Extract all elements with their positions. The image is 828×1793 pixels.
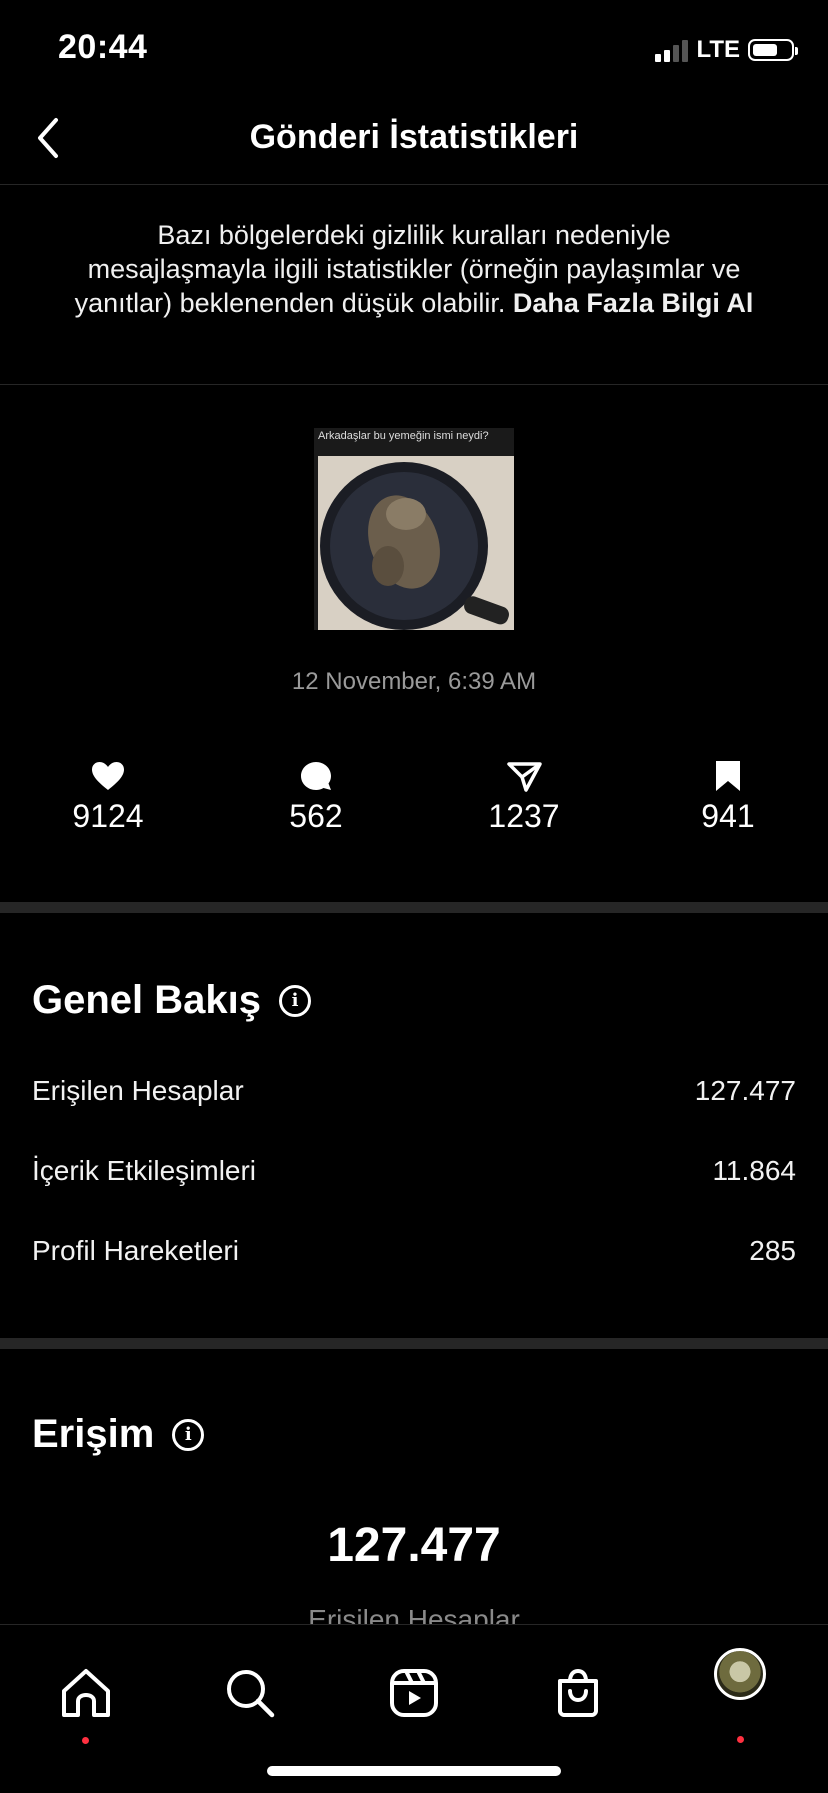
comments-stat: 562 (236, 760, 396, 835)
shop-icon (558, 1668, 598, 1717)
info-icon[interactable]: i (172, 1418, 205, 1451)
profile-activity-label: Profil Hareketleri (32, 1235, 239, 1266)
profile-activity-value: 285 (749, 1235, 796, 1266)
tab-home[interactable] (58, 1665, 114, 1721)
accounts-reached-label: Erişilen Hesaplar (32, 1075, 244, 1106)
learn-more-link[interactable]: Daha Fazla Bilgi Al (513, 288, 754, 318)
post-caption: Arkadaşlar bu yemeğin ismi neydi? (318, 430, 489, 442)
reach-total: 127.477 (327, 1519, 501, 1572)
saves-count: 941 (701, 798, 755, 834)
tab-shop[interactable] (550, 1665, 606, 1721)
content-interactions-value: 11.864 (712, 1155, 796, 1186)
content-interactions-label: İçerik Etkileşimleri (32, 1155, 257, 1186)
likes-stat: 9124 (28, 760, 188, 835)
bookmark-icon (716, 761, 740, 791)
profile-avatar[interactable] (714, 1648, 766, 1700)
reach-title: Erişim i (32, 1412, 205, 1457)
heart-icon (92, 762, 124, 790)
reels-icon (390, 1669, 438, 1717)
header-divider (0, 184, 828, 185)
likes-count: 9124 (72, 798, 144, 834)
profile-notification-dot (737, 1736, 744, 1743)
post-thumbnail[interactable]: Arkadaşlar bu yemeğin ismi neydi? (314, 428, 514, 630)
share-icon (507, 762, 542, 792)
post-image (318, 456, 514, 630)
home-indicator (267, 1766, 561, 1776)
section-separator (0, 902, 828, 913)
comments-count: 562 (289, 798, 343, 834)
page-title: Gönderi İstatistikleri (249, 118, 579, 156)
overview-title: Genel Bakış i (32, 978, 312, 1023)
shares-stat: 1237 (444, 760, 604, 835)
signal-icon (655, 38, 689, 62)
comment-icon (301, 762, 331, 790)
network-type: LTE (696, 36, 740, 63)
saves-stat: 941 (648, 760, 808, 835)
tab-search[interactable] (222, 1665, 278, 1721)
privacy-notice: Bazı bölgelerdeki gizlilik kuralları ned… (70, 218, 758, 320)
status-indicators: LTE (655, 36, 798, 64)
section-separator (0, 1338, 828, 1349)
reach-heading: Erişim (32, 1412, 155, 1456)
home-notification-dot (82, 1737, 89, 1744)
notice-divider (0, 384, 828, 385)
home-icon (62, 1669, 110, 1717)
accounts-reached-value: 127.477 (694, 1075, 796, 1106)
overview-heading: Genel Bakış (32, 978, 262, 1022)
shares-count: 1237 (488, 798, 560, 834)
status-time: 20:44 (58, 28, 148, 66)
search-icon (227, 1670, 275, 1718)
tab-reels[interactable] (386, 1665, 442, 1721)
battery-icon (748, 39, 798, 61)
info-icon[interactable]: i (279, 984, 312, 1017)
post-date: 12 November, 6:39 AM (291, 668, 537, 695)
